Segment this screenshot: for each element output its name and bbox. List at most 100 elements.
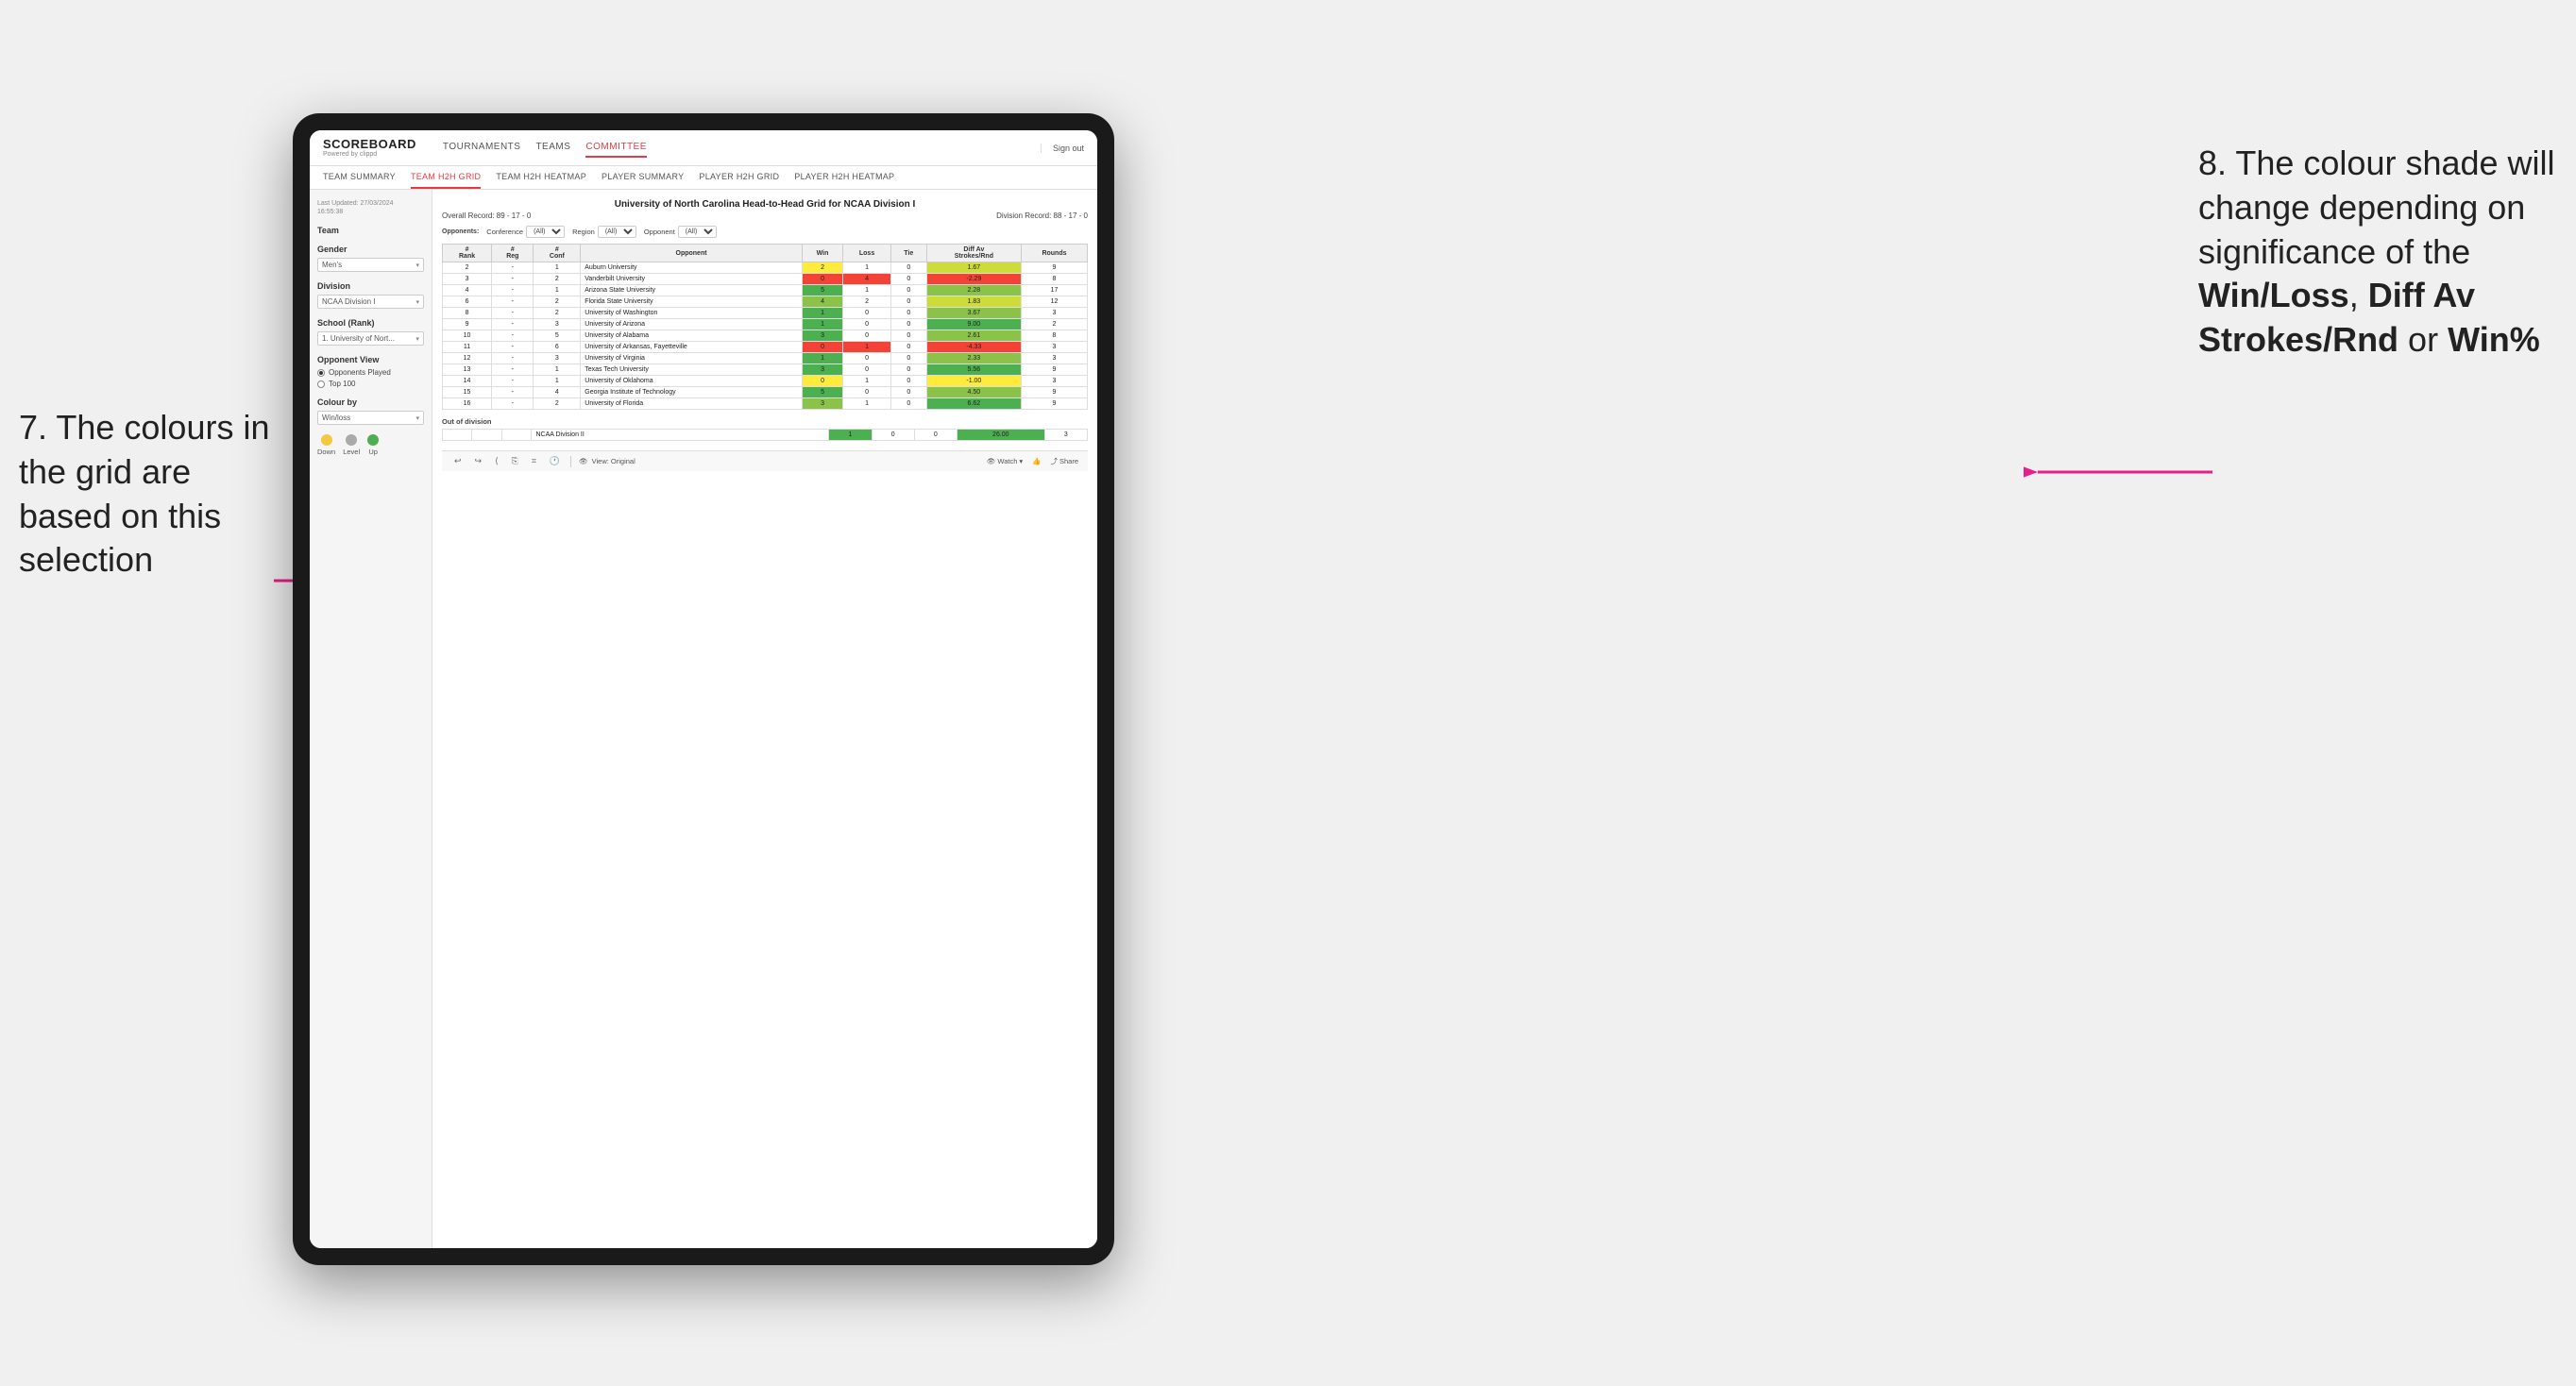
team-label: Team	[317, 226, 424, 235]
watch-button[interactable]: 👁 Watch ▾	[987, 457, 1023, 465]
school-label: School (Rank)	[317, 318, 424, 328]
conference-filter-select[interactable]: (All)	[526, 226, 565, 238]
share-icon: ⤴	[1050, 456, 1058, 466]
colour-by-section: Colour by Win/loss ▾	[317, 397, 424, 425]
paste-button[interactable]: ⌗	[529, 455, 539, 467]
radio-top-100[interactable]: Top 100	[317, 380, 424, 388]
radio-opponents-played-circle	[317, 369, 325, 377]
cell-rank: 12	[443, 353, 492, 364]
toolbar-view: 👁 View: Original	[579, 457, 636, 465]
cell-loss: 1	[843, 342, 891, 353]
table-row: 11 - 6 University of Arkansas, Fayettevi…	[443, 342, 1088, 353]
grid-title: University of North Carolina Head-to-Hea…	[442, 199, 1088, 210]
radio-opponents-played-label: Opponents Played	[329, 368, 391, 377]
thumbs-button[interactable]: 👍	[1032, 457, 1041, 465]
table-row: 15 - 4 Georgia Institute of Technology 5…	[443, 387, 1088, 398]
cell-rounds: 9	[1021, 398, 1087, 410]
cell-rank: 10	[443, 330, 492, 342]
cell-loss: 0	[843, 353, 891, 364]
cell-rounds: 3	[1021, 342, 1087, 353]
cell-loss: 1	[843, 285, 891, 296]
cell-reg: -	[492, 398, 534, 410]
division-select[interactable]: NCAA Division I ▾	[317, 295, 424, 309]
cell-rank: 2	[443, 262, 492, 274]
cell-conf: 1	[534, 364, 581, 376]
cell-tie: 0	[890, 376, 926, 387]
table-row: 4 - 1 Arizona State University 5 1 0 2.2…	[443, 285, 1088, 296]
division-section: Division NCAA Division I ▾	[317, 281, 424, 309]
cell-reg: -	[492, 308, 534, 319]
sub-nav-player-summary[interactable]: PLAYER SUMMARY	[602, 166, 684, 189]
legend-up-dot	[367, 434, 379, 446]
cell-diff: 2.28	[926, 285, 1021, 296]
cell-win: 3	[802, 398, 842, 410]
share-button[interactable]: ⤴ Share	[1050, 456, 1078, 466]
copy-button[interactable]: ⎘	[509, 455, 521, 467]
back-button[interactable]: ⟨	[492, 455, 501, 467]
cell-opponent: University of Oklahoma	[581, 376, 803, 387]
cell-rank: 3	[443, 274, 492, 285]
nav-teams[interactable]: TEAMS	[535, 138, 570, 158]
opponents-filter-label: Opponents:	[442, 228, 479, 235]
annotation-bold-win-loss: Win/Loss	[2198, 276, 2349, 314]
view-label: View: Original	[592, 457, 636, 465]
undo-button[interactable]: ↩	[451, 455, 465, 467]
cell-win: 1	[802, 308, 842, 319]
cell-rank: 9	[443, 319, 492, 330]
cell-diff: -4.33	[926, 342, 1021, 353]
cell-reg: -	[492, 296, 534, 308]
sub-nav-player-h2h-heatmap[interactable]: PLAYER H2H HEATMAP	[794, 166, 894, 189]
colour-by-select[interactable]: Win/loss ▾	[317, 411, 424, 425]
redo-button[interactable]: ↪	[472, 455, 485, 467]
cell-tie: 0	[890, 308, 926, 319]
cell-loss: 0	[843, 330, 891, 342]
cell-opponent: University of Washington	[581, 308, 803, 319]
cell-rounds: 17	[1021, 285, 1087, 296]
cell-diff: -2.29	[926, 274, 1021, 285]
app-logo-sub: Powered by clippd	[323, 151, 416, 158]
cell-tie: 0	[890, 353, 926, 364]
tablet-screen: SCOREBOARD Powered by clippd TOURNAMENTS…	[310, 130, 1097, 1248]
table-row: 3 - 2 Vanderbilt University 0 4 0 -2.29 …	[443, 274, 1088, 285]
school-select[interactable]: 1. University of Nort... ▾	[317, 331, 424, 346]
table-row: 13 - 1 Texas Tech University 3 0 0 5.56 …	[443, 364, 1088, 376]
ood-tie: 0	[914, 430, 957, 441]
ood-name: NCAA Division II	[532, 430, 829, 441]
annotation-right-sep1: ,	[2349, 276, 2368, 314]
cell-opponent: Vanderbilt University	[581, 274, 803, 285]
sub-nav-team-h2h-heatmap[interactable]: TEAM H2H HEATMAP	[496, 166, 586, 189]
col-diff: Diff AvStrokes/Rnd	[926, 245, 1021, 262]
out-of-division-section: Out of division NCAA Division II 1 0 0	[442, 417, 1088, 441]
gender-select[interactable]: Men's ▾	[317, 258, 424, 272]
nav-committee[interactable]: COMMITTEE	[585, 138, 647, 158]
nav-tournaments[interactable]: TOURNAMENTS	[443, 138, 521, 158]
cell-opponent: University of Arizona	[581, 319, 803, 330]
cell-reg: -	[492, 353, 534, 364]
region-filter-label: Region	[572, 228, 595, 236]
clock-button[interactable]: 🕐	[547, 455, 563, 467]
school-section: School (Rank) 1. University of Nort... ▾	[317, 318, 424, 346]
cell-rank: 4	[443, 285, 492, 296]
legend-down-dot	[321, 434, 332, 446]
sub-nav-team-summary[interactable]: TEAM SUMMARY	[323, 166, 396, 189]
toolbar-sep	[570, 456, 571, 467]
last-updated-section: Last Updated: 27/03/2024 16:55:38	[317, 199, 424, 216]
opponent-filter-select[interactable]: (All)	[678, 226, 717, 238]
sub-nav-player-h2h-grid[interactable]: PLAYER H2H GRID	[699, 166, 779, 189]
cell-conf: 1	[534, 376, 581, 387]
region-filter-select[interactable]: (All)	[598, 226, 636, 238]
opponent-filter: Opponent (All)	[644, 226, 717, 238]
annotation-right-prefix: 8. The colour shade will change dependin…	[2198, 144, 2555, 271]
cell-reg: -	[492, 262, 534, 274]
cell-conf: 5	[534, 330, 581, 342]
cell-conf: 2	[534, 398, 581, 410]
cell-tie: 0	[890, 296, 926, 308]
ood-reg	[472, 430, 501, 441]
grid-area: University of North Carolina Head-to-Hea…	[432, 190, 1097, 1248]
sub-nav: TEAM SUMMARY TEAM H2H GRID TEAM H2H HEAT…	[310, 166, 1097, 190]
sign-out-button[interactable]: Sign out	[1041, 144, 1084, 153]
cell-rounds: 8	[1021, 330, 1087, 342]
legend-down-label: Down	[317, 448, 335, 456]
sub-nav-team-h2h-grid[interactable]: TEAM H2H GRID	[411, 166, 481, 189]
radio-opponents-played[interactable]: Opponents Played	[317, 368, 424, 377]
